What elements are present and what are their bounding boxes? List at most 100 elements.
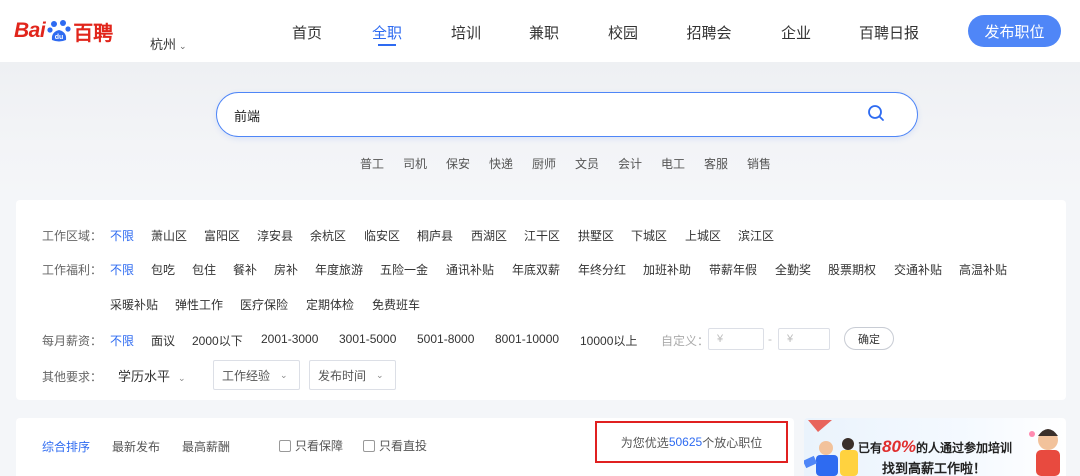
ad-suffix: 的人通过参加培训: [916, 441, 1013, 455]
chevron-down-icon: ⌄: [178, 373, 186, 383]
welfare-option[interactable]: 免费班车: [372, 296, 420, 313]
area-option[interactable]: 富阳区: [204, 227, 240, 244]
chevron-down-icon: ⌄: [376, 369, 384, 380]
nav-fulltime[interactable]: 全职: [372, 22, 402, 43]
welfare-option[interactable]: 定期体检: [306, 296, 354, 313]
area-option[interactable]: 萧山区: [151, 227, 187, 244]
people-illustration-icon: [804, 420, 858, 476]
sort-comprehensive[interactable]: 综合排序: [42, 438, 90, 455]
welfare-option[interactable]: 带薪年假: [709, 261, 757, 278]
nav-training[interactable]: 培训: [451, 22, 481, 43]
nav-company[interactable]: 企业: [781, 22, 811, 43]
nav-home[interactable]: 首页: [292, 22, 322, 43]
hot-tag[interactable]: 普工: [360, 155, 384, 172]
welfare-option[interactable]: 采暖补贴: [110, 296, 158, 313]
welfare-option[interactable]: 全勤奖: [775, 261, 811, 278]
welfare-option[interactable]: 高温补贴: [959, 261, 1007, 278]
welfare-option[interactable]: 包住: [192, 261, 216, 278]
only-guaranteed-checkbox[interactable]: 只看保障: [279, 437, 343, 454]
welfare-option[interactable]: 年终分红: [578, 261, 626, 278]
search-box[interactable]: [216, 92, 918, 137]
welfare-option[interactable]: 包吃: [151, 261, 175, 278]
area-option[interactable]: 余杭区: [310, 227, 346, 244]
publish-time-dropdown[interactable]: 发布时间 ⌄: [309, 360, 396, 390]
welfare-option[interactable]: 房补: [274, 261, 298, 278]
logo-du-text: du: [55, 34, 64, 41]
welfare-option[interactable]: 年底双薪: [512, 261, 560, 278]
area-option[interactable]: 滨江区: [738, 227, 774, 244]
hot-tag[interactable]: 会计: [618, 155, 642, 172]
publish-job-button[interactable]: 发布职位: [968, 15, 1061, 47]
nav-job-fair[interactable]: 招聘会: [686, 22, 731, 43]
job-count-highlight: 为您优选 50625 个放心职位: [595, 421, 788, 463]
welfare-option[interactable]: 五险一金: [380, 261, 428, 278]
max-salary-input[interactable]: ¥: [778, 328, 830, 350]
logo-baipin-text: 百聘: [73, 22, 114, 45]
welfare-option[interactable]: 股票期权: [828, 261, 876, 278]
hot-tag[interactable]: 电工: [661, 155, 685, 172]
sort-highest-pay[interactable]: 最高薪酬: [182, 438, 230, 455]
hot-tag[interactable]: 保安: [446, 155, 470, 172]
custom-salary-label: 自定义：: [661, 334, 710, 348]
nav-daily[interactable]: 百聘日报: [859, 22, 919, 43]
salary-option[interactable]: 5001-8000: [417, 332, 474, 346]
ad-headline: 已有80%的人通过参加培训: [858, 437, 1012, 457]
hot-tag[interactable]: 司机: [403, 155, 427, 172]
area-option[interactable]: 临安区: [364, 227, 400, 244]
ad-percentage: 80%: [882, 437, 917, 456]
welfare-option[interactable]: 不限: [110, 261, 134, 278]
checkbox-box: [279, 439, 291, 452]
city-label: 杭州: [150, 37, 177, 52]
salary-option[interactable]: 8001-10000: [495, 332, 559, 346]
salary-option[interactable]: 3001-5000: [339, 332, 396, 346]
checkbox-label: 只看保障: [295, 439, 344, 453]
area-option[interactable]: 淳安县: [257, 227, 293, 244]
confirm-salary-button[interactable]: 确定: [844, 327, 894, 350]
job-count: 50625: [668, 435, 703, 449]
education-dropdown-label: 学历水平: [118, 369, 171, 384]
area-option[interactable]: 不限: [110, 227, 134, 244]
welfare-option[interactable]: 弹性工作: [175, 296, 223, 313]
area-option[interactable]: 西湖区: [471, 227, 507, 244]
salary-filter-label: 每月薪资：: [42, 334, 103, 348]
experience-dropdown[interactable]: 工作经验 ⌄: [213, 360, 300, 390]
area-option[interactable]: 江干区: [524, 227, 560, 244]
welfare-option[interactable]: 医疗保险: [240, 296, 288, 313]
top-header: Bai du 百聘 杭州 ⌄ 首页 全职 培训 兼职 校园 招聘会 企业 百聘日报…: [0, 0, 1080, 62]
area-option[interactable]: 拱墅区: [578, 227, 614, 244]
welfare-option[interactable]: 年度旅游: [315, 261, 363, 278]
search-input[interactable]: [234, 105, 834, 125]
sort-newest[interactable]: 最新发布: [112, 438, 160, 455]
count-suffix: 个放心职位: [702, 435, 763, 450]
active-nav-underline: [378, 44, 396, 46]
area-option[interactable]: 下城区: [631, 227, 667, 244]
education-dropdown[interactable]: 学历水平 ⌄: [118, 366, 186, 385]
salary-option[interactable]: 不限: [110, 332, 134, 349]
salary-option[interactable]: 面议: [151, 332, 175, 349]
area-filter-label: 工作区域：: [42, 229, 103, 243]
hot-tag[interactable]: 文员: [575, 155, 599, 172]
salary-option[interactable]: 2001-3000: [261, 332, 318, 346]
welfare-option[interactable]: 加班补助: [643, 261, 691, 278]
checkbox-label: 只看直投: [379, 439, 428, 453]
nav-parttime[interactable]: 兼职: [529, 22, 559, 43]
salary-option[interactable]: 10000以上: [580, 332, 637, 349]
city-selector[interactable]: 杭州 ⌄: [150, 34, 187, 53]
baidu-baipin-logo[interactable]: Bai du 百聘: [14, 14, 113, 48]
hot-tag[interactable]: 厨师: [532, 155, 556, 172]
hot-tag[interactable]: 快递: [489, 155, 513, 172]
nav-campus[interactable]: 校园: [608, 22, 638, 43]
min-salary-input[interactable]: ¥: [708, 328, 764, 350]
hot-tag[interactable]: 销售: [747, 155, 771, 172]
area-option[interactable]: 上城区: [685, 227, 721, 244]
area-option[interactable]: 桐庐县: [417, 227, 453, 244]
mascot-illustration-icon: [1029, 429, 1060, 476]
salary-option[interactable]: 2000以下: [192, 332, 243, 349]
welfare-option[interactable]: 餐补: [233, 261, 257, 278]
count-prefix: 为您优选: [620, 435, 669, 450]
search-icon[interactable]: [866, 103, 886, 123]
hot-tag[interactable]: 客服: [704, 155, 728, 172]
welfare-option[interactable]: 通讯补贴: [446, 261, 494, 278]
welfare-option[interactable]: 交通补贴: [894, 261, 942, 278]
only-direct-checkbox[interactable]: 只看直投: [363, 437, 427, 454]
